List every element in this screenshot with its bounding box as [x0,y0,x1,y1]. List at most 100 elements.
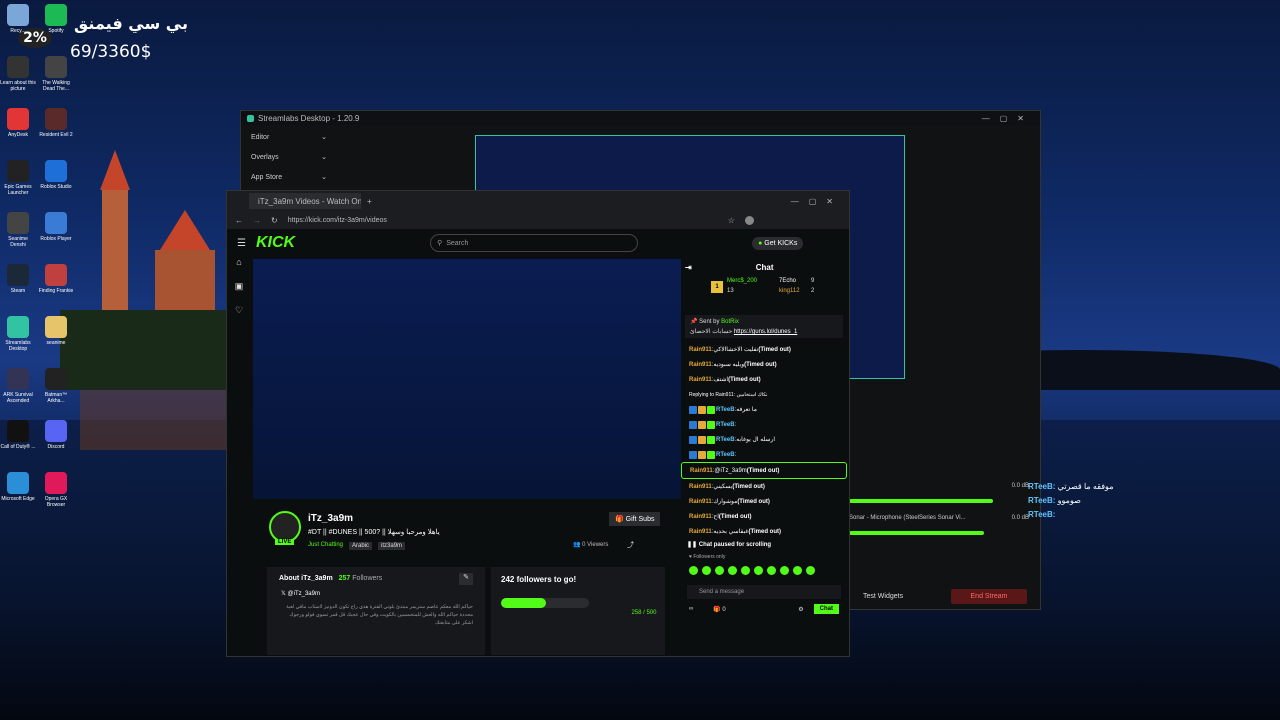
streamer-name[interactable]: iTz_3a9m [308,513,353,524]
desktop-icon[interactable]: Microsoft Edge [0,472,36,502]
desktop-icon[interactable]: Epic Games Launcher [0,160,36,196]
browse-icon[interactable]: ▣ [227,281,251,305]
chat-panel: ⇥ Chat 1 Merc$_200 13 7Echo 9 king112 2 … [681,259,847,656]
live-badge: LIVE [275,539,295,545]
test-widgets-button[interactable]: Test Widgets [863,593,903,600]
get-kicks-button[interactable]: ● Get KICKs [752,236,804,250]
chat-message[interactable]: Rain911: اشتف (Timed out) [681,372,847,387]
app-icon [7,368,29,390]
app-icon [45,56,67,78]
browser-close-button[interactable]: ✕ [826,197,843,206]
desktop-icon[interactable]: Discord [38,420,74,450]
desktop-icon[interactable]: Roblox Player [38,212,74,242]
menu-editor[interactable]: Editor ⌄ [241,127,337,147]
app-icon [45,264,67,286]
desktop-icon[interactable]: Batman™ Arkha... [38,368,74,404]
desktop-icon[interactable]: Finding Frankie [38,264,74,294]
chat-message[interactable]: RTeeB: ما تعرفه [681,402,847,417]
desktop-icon[interactable]: ARK Survival Ascended [0,368,36,404]
overlay-goal: 69/3360$ [70,42,152,62]
share-icon[interactable]: ⤴ [627,540,634,550]
menu-overlays[interactable]: Overlays ⌄ [241,147,337,167]
emote-bar[interactable] [687,562,841,580]
chat-message[interactable]: Rain911: ويليه سبوديه (Timed out) [681,357,847,372]
desktop-icon[interactable]: Recy... [0,4,36,34]
minimize-button[interactable]: — [982,114,1000,123]
desktop-icon[interactable]: Steam [0,264,36,294]
pinned-message: 📌 Sent by BotRix حسابات الاحصائ https://… [685,315,843,338]
app-icon [45,4,67,26]
desktop-icon[interactable]: seanime [38,316,74,346]
desktop-icon[interactable]: Roblox Studio [38,160,74,190]
chat-message[interactable]: RTeeB: [681,447,847,462]
following-icon[interactable]: ♡ [227,305,251,329]
chat-message[interactable]: RTeeB: ارسله ال يوغابه [681,432,847,447]
collapse-chat-icon[interactable]: ⇥ [685,263,692,272]
about-card: About iTz_3a9m 257 Followers ✎ 𝕏 @iTz_3a… [267,567,485,655]
chat-message[interactable]: Rain911: غبقاسي بحديه (Timed out) [681,524,847,539]
menu-app-store[interactable]: App Store ⌄ [241,167,337,187]
desktop-icon[interactable]: AnyDesk [0,108,36,138]
desktop-icon[interactable]: Resident Evil 2 [38,108,74,138]
favorites-icon[interactable]: ☆ [728,216,735,225]
chat-message[interactable]: Rain911: اح (Timed out) [681,509,847,524]
end-stream-button[interactable]: End Stream [951,589,1027,604]
reload-icon[interactable]: ↻ [271,216,278,225]
app-icon [45,108,67,130]
kick-logo[interactable]: KICK [256,234,295,252]
chat-send-button[interactable]: Chat [813,604,839,614]
menu-icon[interactable]: ☰ [237,238,246,249]
chat-message[interactable]: Rain911: تفليت الاخشاالاكي (Timed out) [681,342,847,357]
edit-icon[interactable]: ✎ [459,573,473,585]
chat-header: ⇥ Chat [681,259,847,275]
tag-arabic[interactable]: Arabic [349,542,373,550]
desktop-icon[interactable]: The Walking Dead The... [38,56,74,92]
kicks-icon[interactable]: ∞ [689,606,693,612]
desktop-icon[interactable]: Seanime Denshi [0,212,36,248]
chat-message[interactable]: Rain911: يسكيني (Timed out) [681,479,847,494]
new-tab-button[interactable]: + [367,197,372,206]
chat-message[interactable]: Rain911: @iTz_3a9m (Timed out) [681,462,847,479]
profile-icon[interactable] [744,215,754,225]
tag-itz3a9m[interactable]: itz3a9m [378,542,406,550]
desktop-icon[interactable]: Streamlabs Desktop [0,316,36,352]
leader-1[interactable]: Merc$_200 [727,278,757,284]
desktop-icon[interactable]: Learn about this picture [0,56,36,92]
video-player[interactable] [253,259,681,499]
leader-2[interactable]: 7Echo [779,278,796,284]
chat-message[interactable]: Replying to Rain911: نكاك استخامين [681,387,847,402]
browser-minimize-button[interactable]: — [791,197,809,206]
streamlabs-titlebar: Streamlabs Desktop - 1.20.9 —▢✕ [241,111,1040,125]
app-icon [7,4,29,26]
category-link[interactable]: Just Chatting [308,542,343,550]
chat-settings-icon[interactable]: ⚙ [798,606,803,613]
leader-3[interactable]: king112 [779,288,800,294]
mixer-panel: 0.0 dB Sonar - Microphone (SteelSeries S… [849,483,1029,545]
followers-only-label: ♥ Followers only [689,554,726,560]
x-handle[interactable]: 𝕏 @iTz_3a9m [267,590,485,597]
desktop-icon[interactable]: Call of Duty® ... [0,420,36,450]
tab-kick[interactable]: iTz_3a9m Videos - Watch On-De... [249,193,361,209]
close-button[interactable]: ✕ [1017,114,1034,123]
search-input[interactable]: ⚲ Search [430,234,639,252]
follower-goal-card: 242 followers to go! 258 / 500 [491,567,665,655]
app-icon [7,420,29,442]
forward-icon[interactable]: → [253,216,261,225]
address-bar[interactable]: https://kick.com/itz-3a9m/videos [288,217,718,224]
chat-message[interactable]: RTeeB: [681,417,847,432]
mixer-mic-label: Sonar - Microphone (SteelSeries Sonar Vi… [849,515,966,521]
chat-input[interactable]: Send a message [687,585,841,599]
browser-maximize-button[interactable]: ▢ [809,197,827,206]
desktop-icon[interactable]: Spotify [38,4,74,34]
app-icon [45,212,67,234]
chat-paused-banner[interactable]: ❚❚ Chat paused for scrolling [687,541,841,548]
home-icon[interactable]: ⌂ [227,257,251,281]
chat-message[interactable]: Rain911: موشوارك (Timed out) [681,494,847,509]
maximize-button[interactable]: ▢ [1000,114,1018,123]
pinned-link[interactable]: https://guns.lol/dunes_1 [734,329,797,335]
goal-progress-text: 258 / 500 [631,610,657,616]
app-icon [7,160,29,182]
back-icon[interactable]: ← [235,216,243,225]
gift-subs-button[interactable]: 🎁 Gift Subs [609,512,661,526]
desktop-icon[interactable]: Opera GX Browser [38,472,74,508]
